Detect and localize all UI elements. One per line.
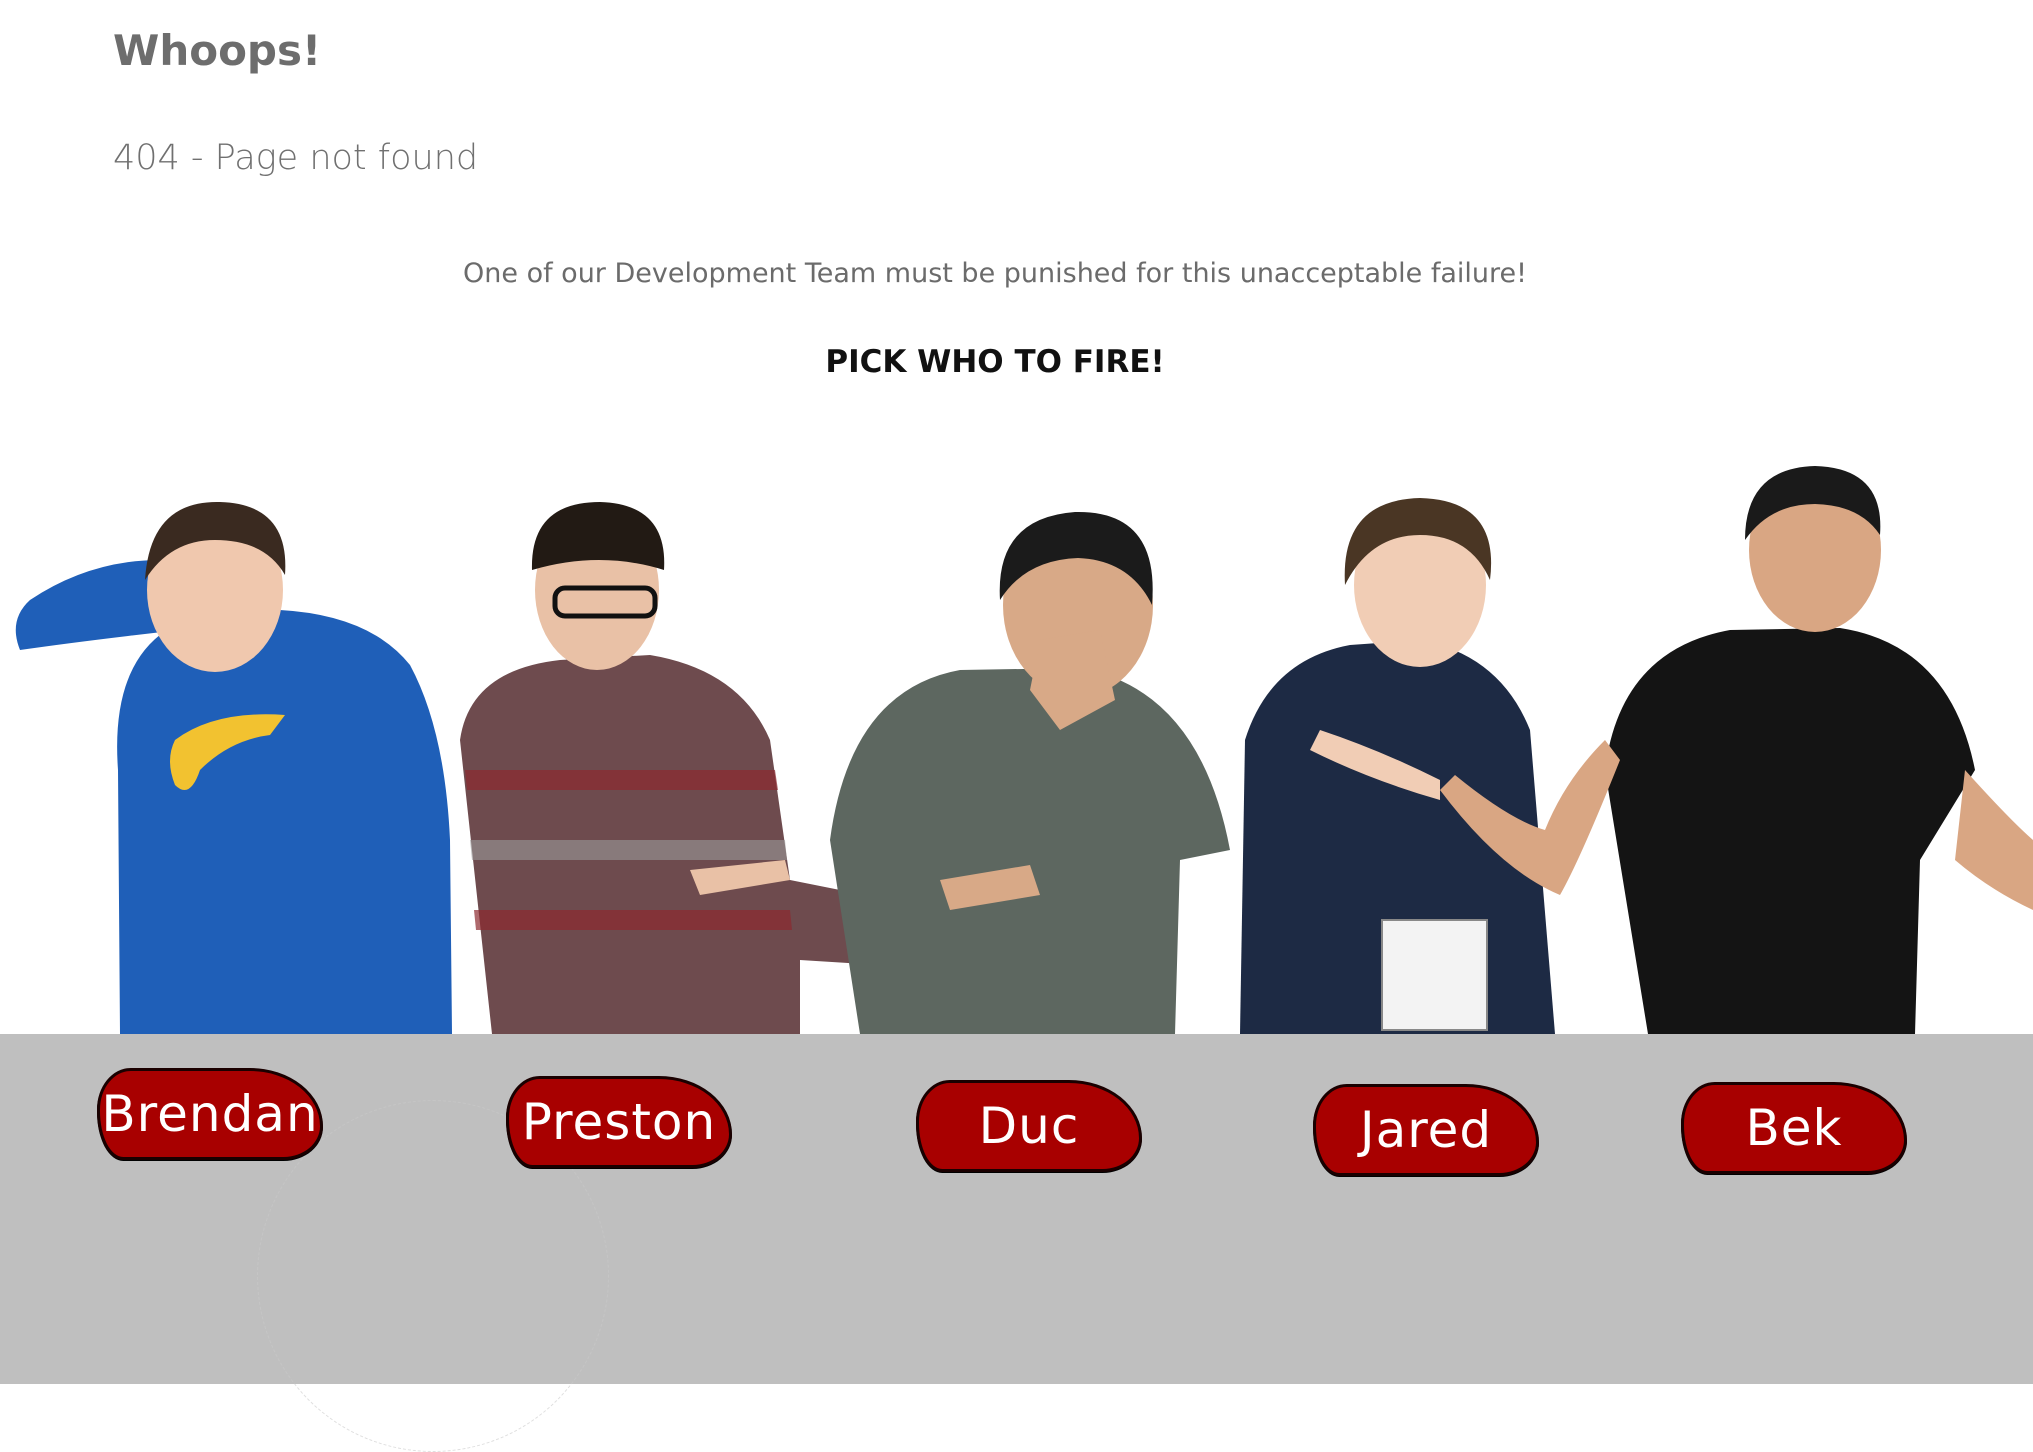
fire-bek-button[interactable]: Bek: [1681, 1082, 1907, 1174]
duc-shirt: [830, 668, 1230, 1034]
pick-who-to-fire-heading: PICK WHO TO FIRE!: [825, 344, 1165, 380]
punishment-message: One of our Development Team must be puni…: [463, 258, 1527, 289]
preston-stripe-1: [465, 770, 778, 790]
fire-brendan-button[interactable]: Brendan: [97, 1068, 323, 1160]
jared-badge: [1381, 919, 1488, 1031]
fire-preston-button[interactable]: Preston: [506, 1076, 732, 1168]
team-member-figure-brendan: [15, 501, 452, 1034]
fire-duc-button[interactable]: Duc: [916, 1080, 1142, 1172]
page-heading: Whoops!: [113, 26, 322, 75]
development-team-photo: [15, 466, 2033, 1034]
bek-shirt: [1605, 628, 1975, 1034]
error-code-text: 404 - Page not found: [113, 138, 479, 178]
preston-stripe-2: [470, 840, 787, 860]
preston-stripe-3: [474, 910, 792, 930]
team-member-figure-duc: [830, 511, 1230, 1034]
preston-cap: [531, 502, 665, 570]
fire-jared-button[interactable]: Jared: [1313, 1084, 1539, 1176]
team-member-figure-jared: [1240, 498, 1555, 1034]
bek-arm-right: [1955, 770, 2033, 910]
brendan-hoodie: [117, 610, 452, 1034]
